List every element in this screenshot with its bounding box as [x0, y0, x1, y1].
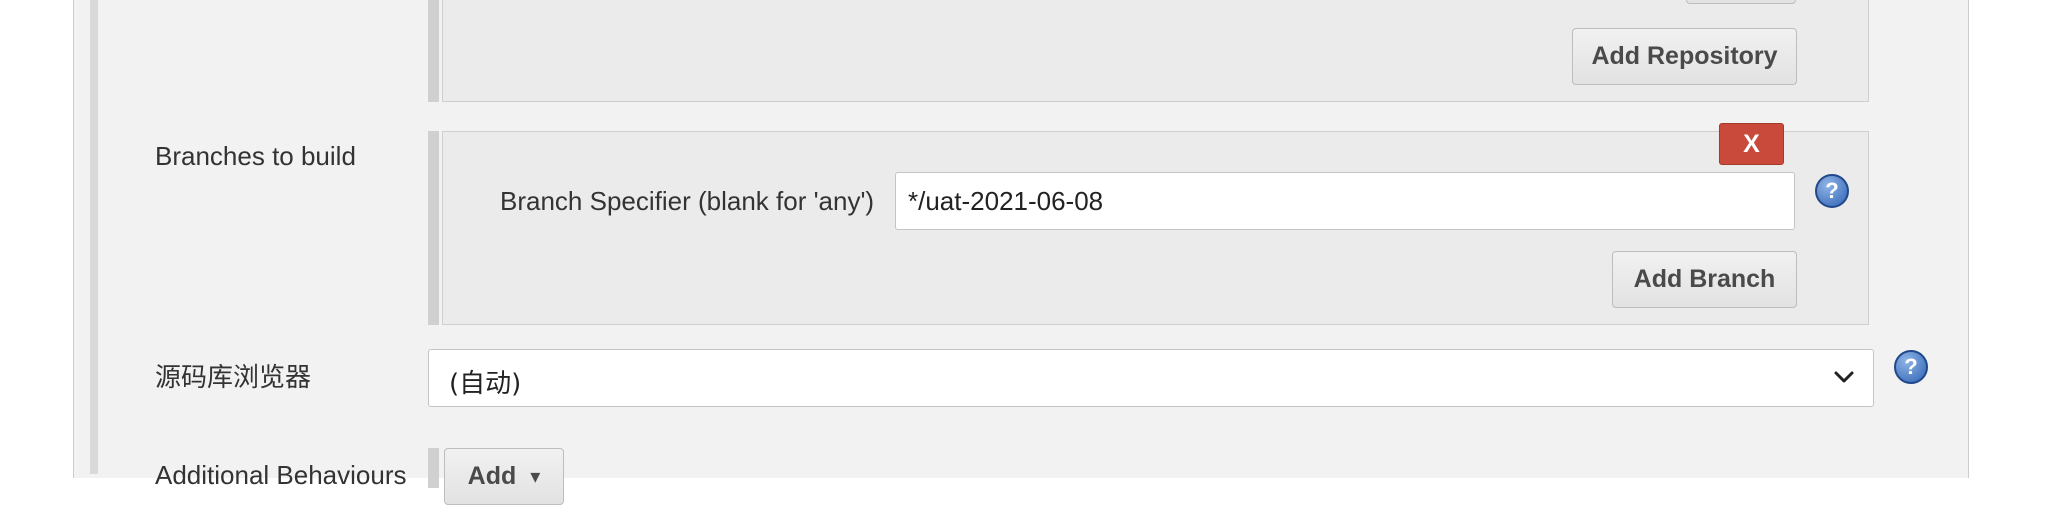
help-icon[interactable]: ?	[1815, 174, 1849, 208]
help-icon[interactable]: ?	[1894, 350, 1928, 384]
behaviours-bar	[428, 448, 439, 488]
chevron-down-icon	[1834, 371, 1854, 383]
caret-down-icon: ▾	[530, 466, 541, 488]
branch-specifier-input[interactable]	[895, 172, 1795, 230]
repo-browser-select[interactable]: (自动)	[428, 349, 1874, 407]
additional-behaviours-label: Additional Behaviours	[155, 460, 407, 490]
branches-bar	[428, 131, 439, 325]
repo-browser-selected-value: (自动)	[449, 369, 522, 399]
add-branch-button[interactable]: Add Branch	[1612, 251, 1797, 308]
add-behaviour-label: Add	[467, 462, 517, 490]
branch-specifier-label: Branch Specifier (blank for 'any')	[500, 186, 875, 216]
repo-browser-label: 源码库浏览器	[155, 363, 312, 393]
add-behaviour-button[interactable]: Add ▾	[444, 448, 564, 505]
delete-branch-button[interactable]: X	[1719, 123, 1784, 165]
repositories-bar	[428, 0, 439, 102]
add-repository-button[interactable]: Add Repository	[1572, 28, 1797, 85]
branches-label: Branches to build	[155, 141, 356, 171]
repository-advanced-button[interactable]	[1686, 0, 1796, 4]
section-stripe	[90, 0, 98, 474]
